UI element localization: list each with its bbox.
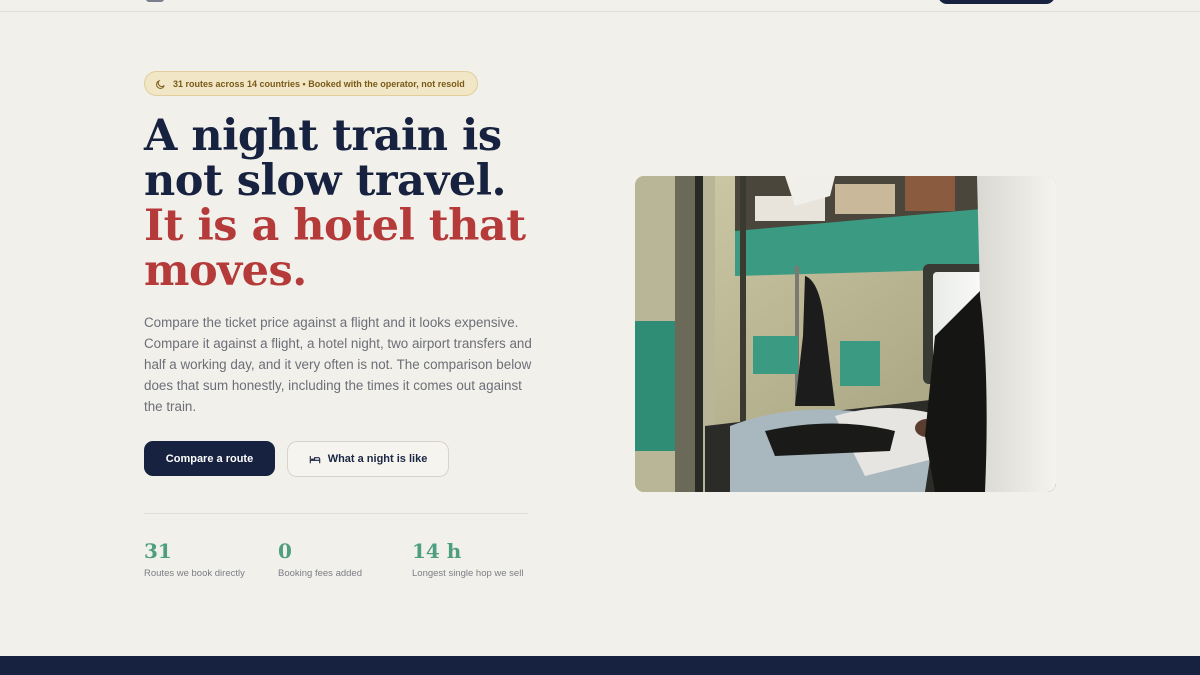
night-experience-button[interactable]: What a night is like bbox=[287, 441, 449, 477]
stat-routes-label: Routes we book directly bbox=[144, 568, 245, 579]
stat-longest-hop-value: 14 h bbox=[412, 539, 462, 563]
stat-fees-value: 0 bbox=[278, 539, 292, 563]
headline-line-4: moves. bbox=[144, 246, 307, 296]
bed-icon bbox=[309, 455, 320, 464]
compare-route-label: Compare a route bbox=[165, 452, 254, 465]
stat-longest-hop: 14 h Longest single hop we sell bbox=[412, 538, 536, 580]
moon-icon bbox=[156, 79, 165, 89]
night-experience-label: What a night is like bbox=[327, 453, 428, 465]
hero-headline: A night train is not slow travel. It is … bbox=[144, 114, 564, 294]
top-navigation-bar bbox=[0, 0, 1200, 12]
stats-divider bbox=[144, 513, 528, 514]
routes-badge: 31 routes across 14 countries • Booked w… bbox=[144, 71, 478, 96]
sleeper-car-photo bbox=[635, 176, 1056, 492]
stat-routes: 31 Routes we book directly bbox=[144, 538, 268, 580]
compare-route-button[interactable]: Compare a route bbox=[144, 441, 275, 476]
stat-fees-label: Booking fees added bbox=[278, 568, 362, 579]
stat-longest-hop-label: Longest single hop we sell bbox=[412, 568, 524, 579]
headline-line-3: It is a hotel that bbox=[144, 201, 526, 251]
stat-fees: 0 Booking fees added bbox=[278, 538, 402, 580]
stat-routes-value: 31 bbox=[144, 539, 172, 563]
headline-line-1: A night train is bbox=[144, 111, 502, 161]
site-logo[interactable] bbox=[146, 0, 164, 2]
badge-text: 31 routes across 14 countries • Booked w… bbox=[173, 78, 465, 89]
headline-line-2: not slow travel. bbox=[144, 156, 507, 206]
hero-lede: Compare the ticket price against a fligh… bbox=[144, 315, 532, 414]
nav-cta-button[interactable] bbox=[938, 0, 1055, 4]
footer-band bbox=[0, 656, 1200, 675]
